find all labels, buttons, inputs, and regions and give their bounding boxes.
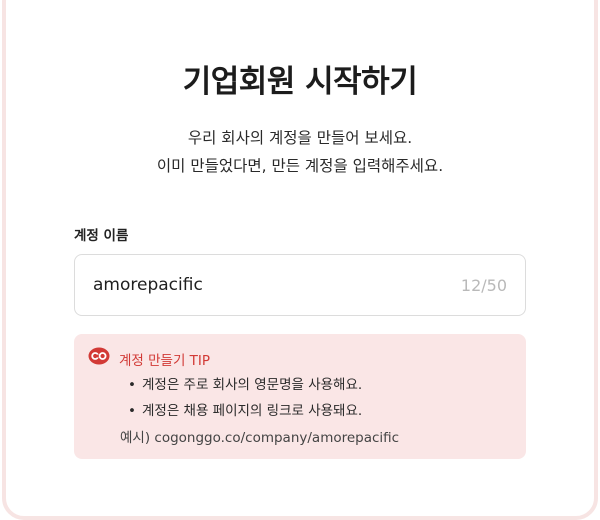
tip-item: • 계정은 채용 페이지의 링크로 사용돼요. — [122, 402, 362, 428]
tip-example: 예시) cogonggo.co/company/amorepacific — [120, 430, 400, 446]
tip-list: • 계정은 주로 회사의 영문명을 사용해요. • 계정은 채용 페이지의 링크로 … — [122, 376, 362, 428]
co-logo-icon — [88, 347, 110, 365]
account-name-value[interactable]: amorepacific — [93, 275, 203, 295]
account-name-label: 계정 이름 — [74, 228, 129, 244]
page-title: 기업회원 시작하기 — [182, 64, 418, 100]
account-name-input[interactable]: amorepacific 12/50 — [74, 254, 526, 316]
tip-item-text: 계정은 주로 회사의 영문명을 사용해요. — [142, 377, 363, 393]
bullet-icon: • — [128, 377, 136, 393]
bullet-icon: • — [128, 403, 136, 419]
tip-box: 계정 만들기 TIP • 계정은 주로 회사의 영문명을 사용해요. • 계정은 채… — [74, 334, 526, 459]
page-subtitle-line1: 우리 회사의 계정을 만들어 보세요. — [187, 129, 413, 147]
page-subtitle-line2: 이미 만들었다면, 만든 계정을 입력해주세요. — [156, 157, 444, 175]
tip-title: 계정 만들기 TIP — [119, 353, 211, 369]
character-counter: 12/50 — [460, 276, 507, 295]
tip-item-text: 계정은 채용 페이지의 링크로 사용돼요. — [142, 403, 363, 419]
tip-item: • 계정은 주로 회사의 영문명을 사용해요. — [122, 376, 362, 402]
